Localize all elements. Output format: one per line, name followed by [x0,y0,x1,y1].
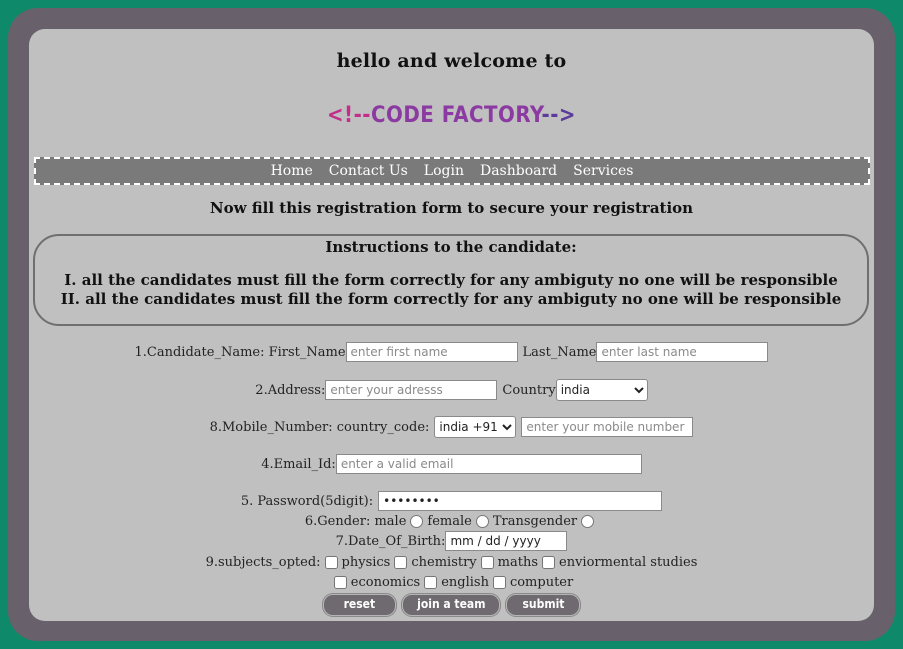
submit-button[interactable]: submit [506,594,581,616]
page-heading: Now fill this registration form to secur… [209,199,694,217]
gender-female-label: female [427,514,472,529]
subject-label: economics [350,575,421,590]
subject-label: english [441,575,489,590]
dob-row: 7.Date_Of_Birth: [0,531,903,551]
email-input[interactable] [335,454,642,474]
subject-economics-checkbox[interactable] [333,576,347,589]
subjects-label: 9.subjects_opted: [205,555,321,570]
button-row: reset join a team submit [0,594,903,616]
address-input[interactable] [325,380,498,400]
first-name-input[interactable] [345,342,518,362]
subject-label: maths [497,555,539,570]
nav-contact-us[interactable]: Contact Us [329,163,408,179]
country-label: Country [502,382,556,398]
instructions-box: Instructions to the candidate: I. all th… [33,234,869,326]
mobile-row: 8.Mobile_Number: country_code: india +91 [0,416,903,438]
instruction-item: II. all the candidates must fill the for… [60,290,842,308]
logo: <!--CODE FACTORY--> [0,103,903,128]
subject-label: physics [341,555,391,570]
gender-label: 6.Gender: male [304,514,407,529]
email-row: 4.Email_Id: [0,454,903,474]
country-select[interactable]: india [555,379,648,401]
subject-env-checkbox[interactable] [542,556,556,569]
subject-computer-checkbox[interactable] [492,576,506,589]
subjects-row-1: 9.subjects_opted: physics chemistry math… [0,555,903,570]
gender-trans-label: Transgender [492,514,578,529]
gender-row: 6.Gender: male female Transgender [0,514,903,529]
address-label: 2.Address: [255,382,326,398]
dob-input[interactable] [445,531,568,551]
subject-label: computer [509,575,574,590]
subject-maths-checkbox[interactable] [480,556,494,569]
gender-trans-radio[interactable] [581,515,595,528]
subject-chemistry-checkbox[interactable] [394,556,408,569]
instructions-title: Instructions to the candidate: [325,238,577,256]
name-row: 1.Candidate_Name: First_Name Last_Name [0,342,903,362]
subject-english-checkbox[interactable] [424,576,438,589]
password-label: 5. Password(5digit): [240,493,374,509]
subjects-row-2: economics english computer [0,575,903,590]
logo-name: CODE FACTORY [371,103,542,128]
name-label: 1.Candidate_Name: First_Name [134,344,346,360]
gender-male-radio[interactable] [410,515,424,528]
nav-services[interactable]: Services [573,163,633,179]
last-name-label: Last_Name [522,344,597,360]
dob-label: 7.Date_Of_Birth: [335,533,446,549]
subject-physics-checkbox[interactable] [324,556,338,569]
nav-dashboard[interactable]: Dashboard [480,163,557,179]
email-label: 4.Email_Id: [261,456,336,472]
welcome-text: hello and welcome to [336,50,567,72]
password-row: 5. Password(5digit): [0,491,903,511]
logo-open: <!-- [326,103,371,128]
subject-label: chemistry [411,555,477,570]
reset-button[interactable]: reset [322,594,397,616]
country-code-select[interactable]: india +91 [434,416,517,438]
subject-label: enviormental studies [559,555,698,570]
logo-close: --> [541,103,577,128]
last-name-input[interactable] [596,342,769,362]
address-row: 2.Address: Country india [0,379,903,401]
mobile-input[interactable] [521,417,694,437]
instruction-item: I. all the candidates must fill the form… [64,271,838,289]
nav-login[interactable]: Login [424,163,464,179]
gender-female-radio[interactable] [475,515,489,528]
mobile-label: 8.Mobile_Number: country_code: [209,419,430,435]
password-input[interactable] [378,491,663,511]
nav-home[interactable]: Home [271,163,313,179]
nav-bar: Home Contact Us Login Dashboard Services [34,157,870,185]
join-team-button[interactable]: join a team [402,594,501,616]
